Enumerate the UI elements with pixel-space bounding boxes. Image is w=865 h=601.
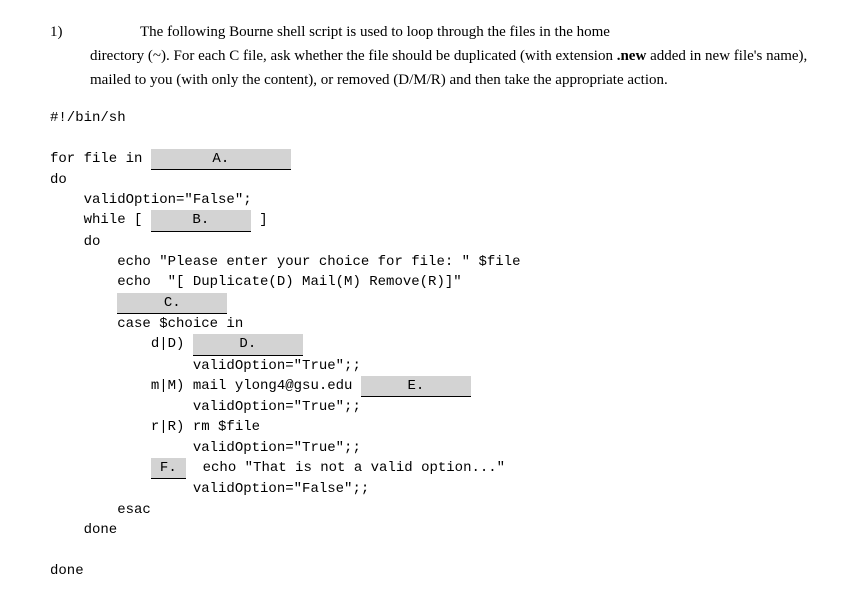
intro-rest: directory (~). For each C file, ask whet… [90, 48, 617, 64]
code-esac: esac [50, 502, 151, 518]
question-number: 1) [50, 20, 140, 44]
code-default-valid: validOption="False";; [50, 481, 369, 497]
blank-e: E. [361, 376, 471, 397]
blank-c: C. [117, 293, 227, 314]
blank-f: F. [151, 458, 186, 479]
code-done1: done [50, 522, 117, 538]
intro-continued: directory (~). For each C file, ask whet… [90, 44, 815, 92]
code-default-indent [50, 460, 151, 476]
code-case-r: r|R) rm $file [50, 419, 260, 435]
code-case-d-pre: d|D) [50, 336, 193, 352]
blank-d: D. [193, 334, 303, 355]
code-do2: do [50, 234, 100, 250]
code-for-pre: for file in [50, 151, 151, 167]
code-case: case $choice in [50, 316, 243, 332]
code-case-m-valid: validOption="True";; [50, 399, 361, 415]
code-shebang: #!/bin/sh [50, 110, 126, 126]
code-block: #!/bin/sh for file in A. do validOption=… [50, 108, 815, 581]
intro-extension: .new [617, 48, 647, 64]
code-case-m-pre: m|M) mail ylong4@gsu.edu [50, 378, 361, 394]
code-case-r-valid: validOption="True";; [50, 440, 361, 456]
code-validopt: validOption="False"; [50, 192, 252, 208]
blank-b: B. [151, 210, 251, 231]
code-blank-c-indent [50, 295, 117, 311]
code-default-post: echo "That is not a valid option..." [186, 460, 505, 476]
code-while-post: ] [251, 212, 268, 228]
code-done2: done [50, 563, 84, 579]
code-echo1: echo "Please enter your choice for file:… [50, 254, 520, 270]
code-do1: do [50, 172, 67, 188]
code-echo2: echo "[ Duplicate(D) Mail(M) Remove(R)]" [50, 274, 462, 290]
question-intro: 1)The following Bourne shell script is u… [50, 20, 815, 92]
code-while-pre: while [ [50, 212, 151, 228]
blank-a: A. [151, 149, 291, 170]
intro-first-line: The following Bourne shell script is use… [140, 24, 610, 40]
code-case-d-valid: validOption="True";; [50, 358, 361, 374]
